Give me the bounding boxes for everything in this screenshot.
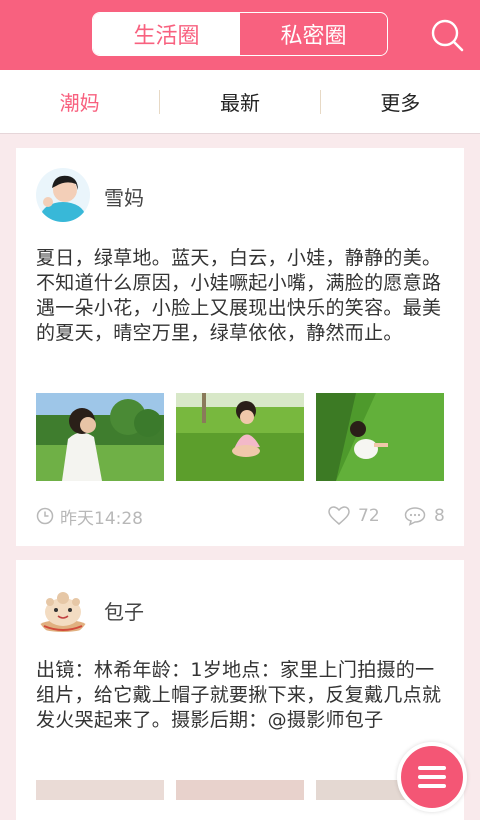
top-bar: 生活圈 私密圈 — [0, 0, 480, 70]
post-photo[interactable] — [36, 780, 164, 800]
post-photo[interactable] — [176, 780, 304, 800]
sub-tab-bar: 潮妈 最新 更多 — [0, 70, 480, 134]
subtab-latest[interactable]: 最新 — [160, 87, 319, 116]
subtab-trendy-mom[interactable]: 潮妈 — [0, 87, 159, 116]
post-time: 昨天14:28 — [36, 504, 143, 529]
tab-life-circle[interactable]: 生活圈 — [93, 13, 240, 55]
author-name[interactable]: 包子 — [104, 596, 144, 625]
heart-icon[interactable] — [328, 506, 350, 526]
author-name[interactable]: 雪妈 — [104, 182, 144, 211]
post-text: 夏日，绿草地。蓝天，白云，小娃，静静的美。不知道什么原因，小娃噘起小嘴，满脸的愿… — [36, 247, 442, 344]
post-card[interactable]: 雪妈 夏日，绿草地。蓝天，白云，小娃，静静的美。不知道什么原因，小娃噘起小嘴，满… — [16, 148, 464, 546]
menu-icon[interactable] — [401, 746, 463, 808]
comment-icon[interactable] — [404, 506, 426, 526]
comments-label: 8 — [434, 506, 445, 526]
likes-label: 72 — [358, 506, 380, 526]
post-photo[interactable] — [36, 393, 164, 481]
post-text: 出镜：林希年龄：1岁地点：家里上门拍摄的一组片，给它戴上帽子就要揪下来，反复戴几… — [36, 659, 442, 731]
avatar[interactable] — [36, 582, 90, 636]
tab-private-circle[interactable]: 私密圈 — [240, 13, 387, 55]
search-icon[interactable] — [430, 18, 464, 52]
like-count[interactable]: 72 — [328, 504, 380, 528]
time-label: 昨天14:28 — [60, 508, 143, 529]
subtab-more[interactable]: 更多 — [321, 87, 480, 116]
avatar[interactable] — [36, 168, 90, 222]
circle-switch: 生活圈 私密圈 — [92, 12, 388, 56]
clock-icon — [36, 507, 54, 525]
menu-button[interactable] — [397, 742, 467, 812]
comment-count[interactable]: 8 — [404, 504, 445, 528]
post-photo[interactable] — [316, 393, 444, 481]
post-photo[interactable] — [176, 393, 304, 481]
